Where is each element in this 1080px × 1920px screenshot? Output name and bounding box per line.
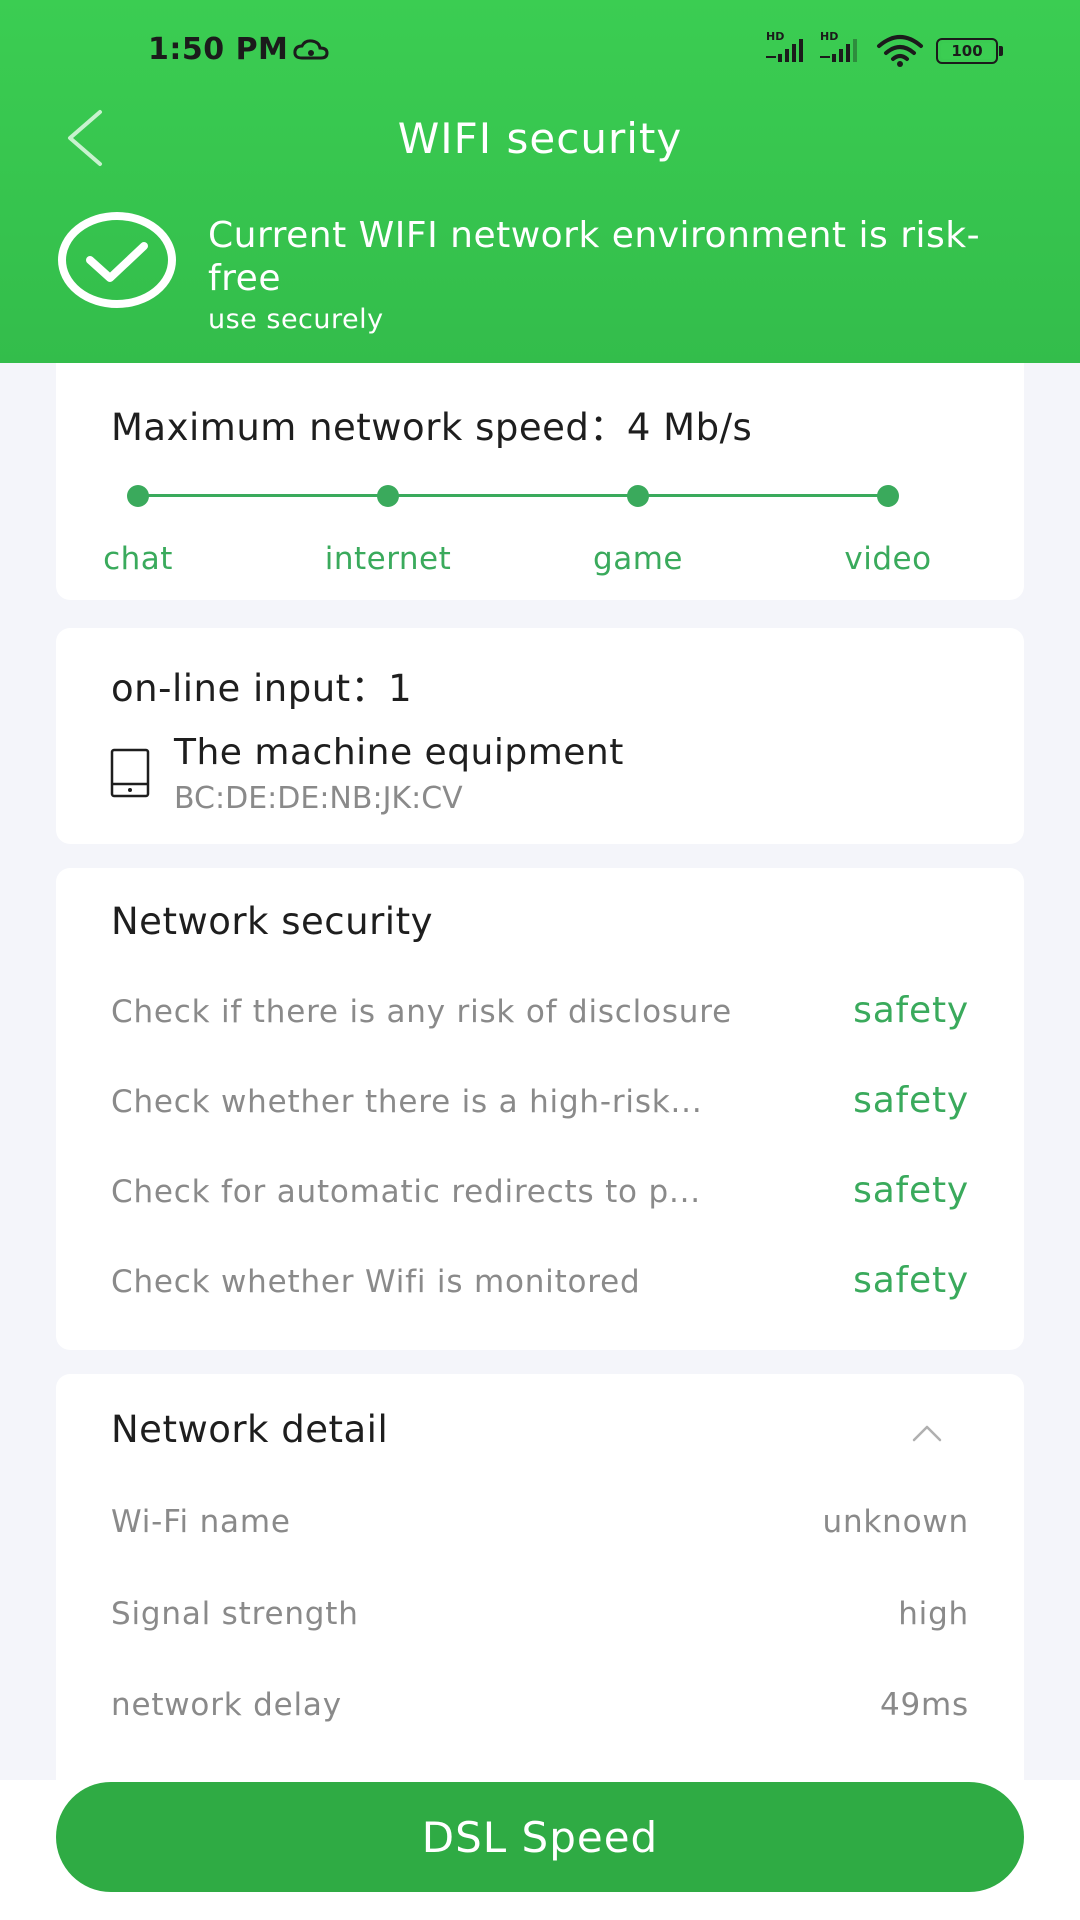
security-check-label: Check for automatic redirects to p... <box>111 1174 701 1210</box>
speed-label-video: video <box>844 541 932 577</box>
security-check-label: Check whether there is a high-risk... <box>111 1084 703 1120</box>
device-mac-address: BC:DE:DE:NB:JK:CV <box>174 781 463 816</box>
speed-track <box>138 494 890 497</box>
max-speed-title: Maximum network speed：4 Mb/s <box>111 406 753 449</box>
online-count-title: on-line input：1 <box>111 667 413 710</box>
device-name: The machine equipment <box>174 732 624 773</box>
check-circle-icon <box>58 212 176 308</box>
detail-label: network delay <box>111 1687 342 1723</box>
speed-label-internet: internet <box>324 541 452 577</box>
online-devices-card: on-line input：1 The machine equipment BC… <box>56 628 1024 844</box>
dsl-speed-button[interactable]: DSL Speed <box>56 1782 1024 1892</box>
detail-value: high <box>898 1596 969 1632</box>
network-status-title: Current WIFI network environment is risk… <box>208 215 981 299</box>
network-detail-title: Network detail <box>111 1408 389 1451</box>
detail-label: Signal strength <box>111 1596 359 1632</box>
cellular-signal-icon: HD <box>766 30 812 64</box>
cellular-signal-icon: HD <box>820 30 866 64</box>
security-check-label: Check whether Wifi is monitored <box>111 1264 641 1300</box>
network-detail-card: Network detail Wi-Fi name unknown Signal… <box>56 1374 1024 1814</box>
detail-label: Wi-Fi name <box>111 1504 291 1540</box>
speed-label-game: game <box>593 541 683 577</box>
cloud-icon <box>293 39 329 60</box>
network-status-subtitle: use securely <box>208 304 384 335</box>
chevron-up-icon[interactable] <box>912 1424 942 1442</box>
security-check-status: safety <box>853 1170 969 1211</box>
battery-level: 100 <box>941 42 993 60</box>
speed-dot <box>377 485 399 507</box>
security-check-label: Check if there is any risk of disclosure <box>111 994 732 1030</box>
speed-label-chat: chat <box>103 541 173 577</box>
security-check-status: safety <box>853 1080 969 1121</box>
security-check-status: safety <box>853 1260 969 1301</box>
wifi-icon <box>877 35 923 67</box>
max-speed-card: Maximum network speed：4 Mb/s chat intern… <box>56 363 1024 600</box>
detail-value: unknown <box>822 1504 969 1540</box>
status-time: 1:50 PM <box>148 32 289 67</box>
network-security-title: Network security <box>111 900 433 943</box>
network-security-card: Network security Check if there is any r… <box>56 868 1024 1350</box>
status-bar: 1:50 PM HD HD 100 <box>0 0 1080 100</box>
header: 1:50 PM HD HD 100 WIFI security Current … <box>0 0 1080 363</box>
detail-value: 49ms <box>880 1687 969 1723</box>
speed-dot <box>877 485 899 507</box>
speed-dot <box>127 485 149 507</box>
phone-device-icon <box>110 748 150 798</box>
page-title: WIFI security <box>397 114 683 163</box>
battery-icon: 100 <box>936 38 1006 64</box>
security-check-status: safety <box>853 990 969 1031</box>
speed-dot <box>627 485 649 507</box>
